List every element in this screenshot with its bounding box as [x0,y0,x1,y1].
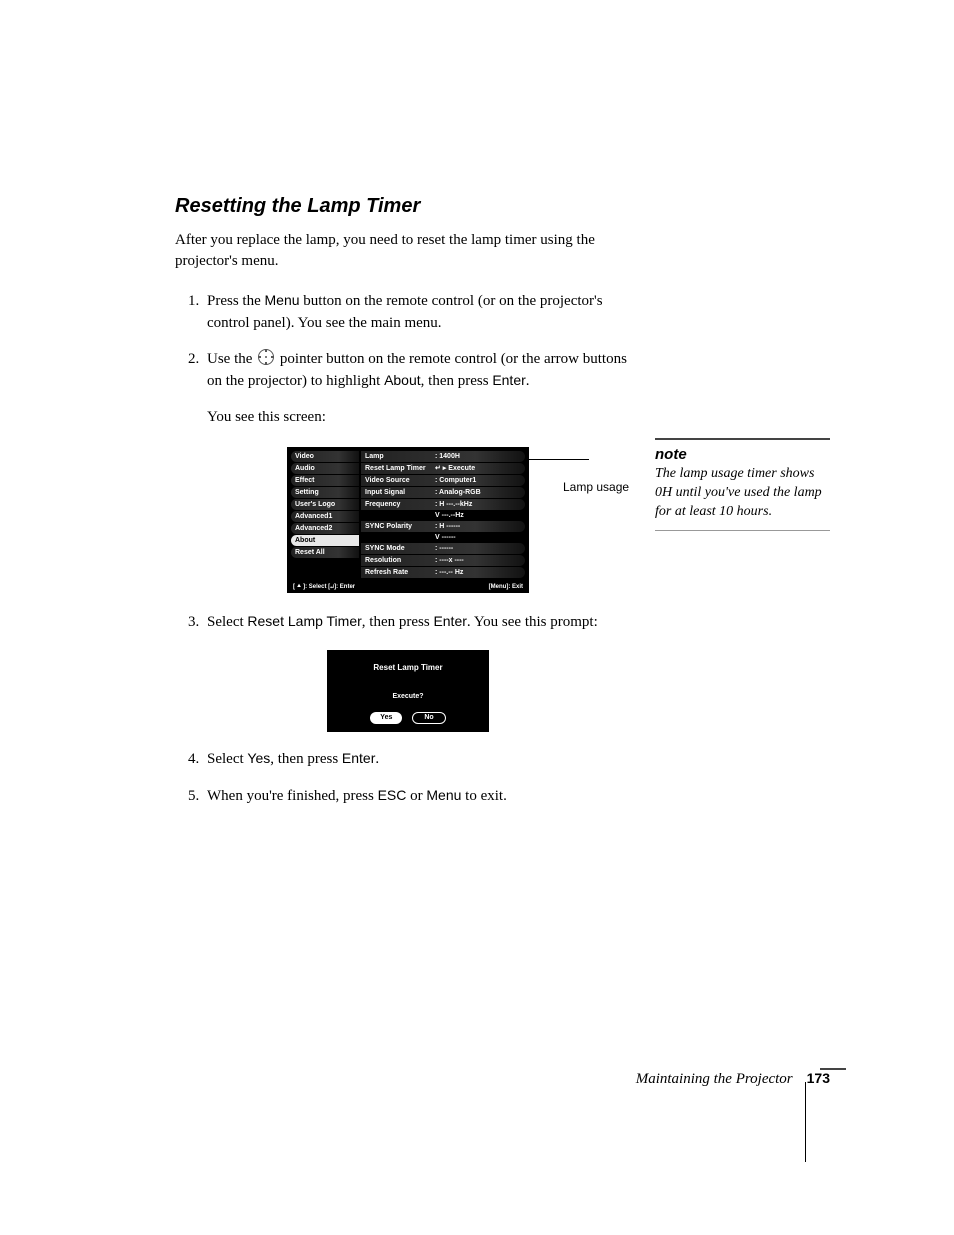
steps-list: Press the Menu button on the remote cont… [175,290,635,808]
step-5: When you're finished, press ESC or Menu … [203,785,635,808]
callout-text: Lamp usage [563,479,629,496]
prompt-yes-button: Yes [370,712,402,724]
menu-left-tabs: Video Audio Effect Setting User's Logo A… [291,451,359,579]
footer-page-number: 173 [807,1070,830,1086]
menu-right-rows: Lamp: 1400H Reset Lamp Timer↵ ▸ Execute … [359,451,525,579]
prompt-no-button: No [412,712,445,724]
menu-tab-advanced1: Advanced1 [291,511,359,522]
step-5-text-b: or [406,788,426,804]
note-body: The lamp usage timer shows 0H until you'… [655,465,830,531]
menu-term: Menu [265,292,300,308]
row-sync-mode: SYNC Mode: ------ [361,543,525,554]
step-4-text-c: . [375,751,379,767]
menu-tab-about: About [291,535,359,546]
reset-lamp-timer-term: Reset Lamp Timer [247,613,361,629]
menu-tab-advanced2: Advanced2 [291,523,359,534]
step-2: Use the pointer button on the remote con… [203,349,635,594]
menu-term-2: Menu [426,787,461,803]
row-sync-polarity: SYNC Polarity: H ------ [361,521,525,532]
menu-tab-userslogo: User's Logo [291,499,359,510]
row-sync-polarity-v: V ------ [361,533,525,542]
step-5-text-c: to exit. [461,788,506,804]
note-sidebar: note The lamp usage timer shows 0H until… [655,438,830,531]
step-2-text-d: . [526,373,530,389]
menu-tab-video: Video [291,451,359,462]
menu-screenshot: Video Audio Effect Setting User's Logo A… [287,447,635,594]
enter-term: Enter [492,372,525,388]
page-footer: Maintaining the Projector 173 [612,1070,830,1088]
menu-tab-resetall: Reset All [291,547,359,558]
row-resolution: Resolution: ----x ---- [361,555,525,566]
menu-footer: [ ⯅ ]: Select [↵]: Enter [Menu]: Exit [287,581,529,594]
prompt-question: Execute? [327,692,489,702]
intro-paragraph: After you replace the lamp, you need to … [175,230,635,272]
menu-tab-effect: Effect [291,475,359,486]
about-term: About [384,372,421,388]
menu-tab-audio: Audio [291,463,359,474]
row-refresh-rate: Refresh Rate: ---.-- Hz [361,567,525,578]
step-1-text-a: Press the [207,293,265,309]
row-lamp: Lamp: 1400H [361,451,525,462]
step-3: Select Reset Lamp Timer, then press Ente… [203,611,635,732]
step-5-text-a: When you're finished, press [207,788,378,804]
row-video-source: Video Source: Computer1 [361,475,525,486]
row-frequency: Frequency: H ---.--kHz [361,499,525,510]
step-2-text-a: Use the [207,351,256,367]
menu-footer-left: [ ⯅ ]: Select [↵]: Enter [293,583,355,592]
step-2-text-c: , then press [421,373,493,389]
step-4-text-b: , then press [270,751,342,767]
callout-line [529,459,589,460]
pointer-icon [258,349,274,365]
step-2-text-e: You see this screen: [207,407,635,429]
step-4: Select Yes, then press Enter. [203,748,635,771]
menu-tab-setting: Setting [291,487,359,498]
step-3-text-c: . You see this prompt: [467,614,598,630]
footer-vertical-line [805,1082,806,1162]
enter-term-2: Enter [433,613,466,629]
step-1: Press the Menu button on the remote cont… [203,290,635,335]
step-3-text-b: , then press [362,614,434,630]
callout: Lamp usage [529,451,659,468]
note-title: note [655,446,830,463]
esc-term: ESC [378,787,407,803]
footer-rule [820,1068,846,1070]
prompt-screenshot: Reset Lamp Timer Execute? Yes No [327,650,489,732]
enter-term-3: Enter [342,750,375,766]
menu-footer-right: [Menu]: Exit [489,583,523,592]
row-input-signal: Input Signal: Analog-RGB [361,487,525,498]
yes-term: Yes [247,750,270,766]
step-3-text-a: Select [207,614,247,630]
step-4-text-a: Select [207,751,247,767]
row-reset-lamp-timer: Reset Lamp Timer↵ ▸ Execute [361,463,525,474]
section-heading: Resetting the Lamp Timer [175,195,635,218]
row-frequency-v: V ---.--Hz [361,511,525,520]
footer-chapter: Maintaining the Projector [636,1071,793,1087]
prompt-title: Reset Lamp Timer [327,662,489,674]
